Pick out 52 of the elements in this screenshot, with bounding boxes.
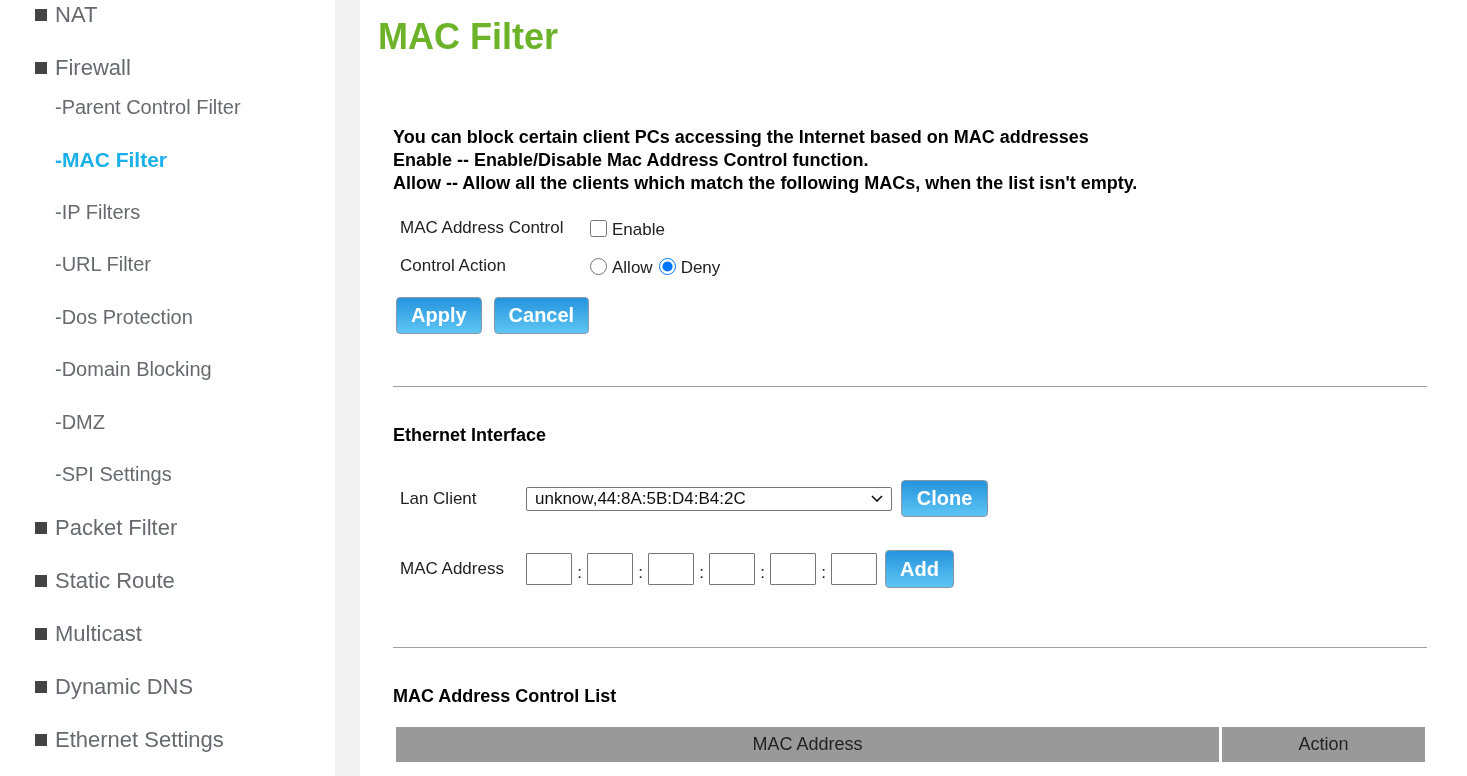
sidebar-subitem[interactable]: -IP Filters xyxy=(55,197,141,227)
column-header: Action xyxy=(1222,727,1425,762)
option-radio[interactable] xyxy=(658,257,676,275)
description-text: Allow -- Allow all the clients which match the following MACs, when the list isn't empty. xyxy=(393,172,1138,195)
sidebar-item[interactable]: Ethernet Settings xyxy=(0,724,228,755)
separator-text: : xyxy=(820,563,827,583)
description-text: Enable -- Enable/Disable Mac Address Control function. xyxy=(393,149,869,172)
sidebar-item[interactable]: Multicast xyxy=(0,618,146,649)
separator-text: : xyxy=(637,563,644,583)
sidebar-subitem[interactable]: -SPI Settings xyxy=(55,459,172,490)
sidebar-item[interactable]: Firewall xyxy=(0,53,135,83)
sidebar-subitem[interactable]: -Dos Protection xyxy=(55,302,193,332)
square-bullet-icon xyxy=(35,9,47,21)
sidebar-item[interactable]: Packet Filter xyxy=(0,512,182,543)
square-bullet-icon xyxy=(35,680,47,693)
option-radio[interactable] xyxy=(590,257,607,275)
square-bullet-icon xyxy=(35,521,47,534)
mac-octet-field[interactable] xyxy=(648,553,694,585)
mac-octet-field[interactable] xyxy=(709,553,755,585)
mac-octet-field[interactable] xyxy=(526,553,572,585)
field-label: Lan Client xyxy=(400,488,478,509)
page-title: MAC Filter xyxy=(378,16,558,58)
option-label: Enable xyxy=(612,219,665,240)
sidebar-subitem[interactable]: -DMZ xyxy=(55,407,105,437)
separator-text: : xyxy=(759,563,766,583)
square-bullet-icon xyxy=(35,62,47,74)
sidebar-item[interactable]: Dynamic DNS xyxy=(0,671,198,702)
square-bullet-icon xyxy=(35,574,47,587)
section-heading: MAC Address Control List xyxy=(393,685,617,708)
sidebar-subitem[interactable]: -Parent Control Filter xyxy=(55,92,241,122)
enable-checkbox[interactable] xyxy=(590,219,607,237)
sidebar-item[interactable]: Static Route xyxy=(0,565,179,596)
field-label: Control Action xyxy=(400,256,507,276)
mac-octet-field[interactable] xyxy=(587,553,633,585)
section-heading: Ethernet Interface xyxy=(393,424,547,447)
separator-text: : xyxy=(698,563,705,583)
option-label: Deny xyxy=(680,257,721,278)
sidebar-item[interactable]: NAT xyxy=(0,0,102,30)
sidebar-subitem[interactable]: -URL Filter xyxy=(55,249,151,280)
field-label: MAC Address xyxy=(400,559,505,579)
mac-octet-field[interactable] xyxy=(770,553,816,585)
separator-text: : xyxy=(576,563,583,583)
square-bullet-icon xyxy=(35,733,47,746)
field-label: MAC Address Control xyxy=(400,218,565,238)
chevron-down-icon xyxy=(871,495,883,502)
lan-client-select[interactable]: unknow,44:8A:5B:D4:B4:2C xyxy=(526,486,892,511)
option-label: Allow xyxy=(612,257,653,278)
sidebar-subitem[interactable]: -Domain Blocking xyxy=(55,354,212,385)
mac-octet-field[interactable] xyxy=(831,553,877,585)
square-bullet-icon xyxy=(35,627,47,640)
description-text: You can block certain client PCs accessing the Internet based on MAC addresses xyxy=(393,126,1089,149)
column-header: MAC Address xyxy=(396,727,1219,762)
